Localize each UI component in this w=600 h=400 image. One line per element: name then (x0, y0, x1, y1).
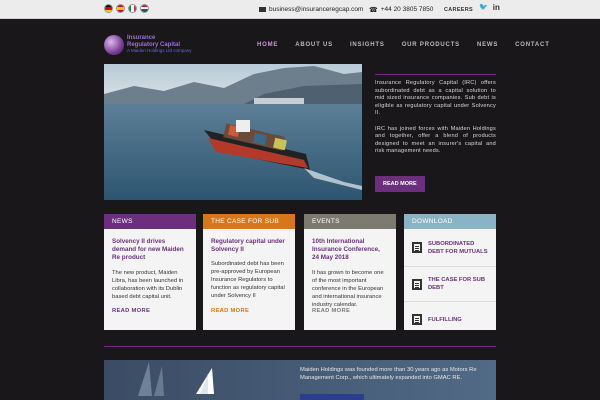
card-header: THE CASE FOR SUB DEBT (203, 214, 295, 240)
download-item[interactable]: THE CASE FOR SUB DEBT (404, 267, 496, 302)
card-title-link[interactable]: Solvency II drives demand for new Maiden… (104, 229, 196, 263)
flag-de-icon[interactable] (104, 4, 113, 13)
nav-about-us[interactable]: ABOUT US (295, 42, 333, 48)
email-link[interactable]: business@insuranceregcap.com (259, 0, 363, 19)
phone-link[interactable]: ☎ +44 20 3805 7850 (369, 0, 433, 19)
logo-line-3: A Maiden Holdings Ltd company (127, 48, 192, 54)
nav-insights[interactable]: INSIGHTS (350, 42, 385, 48)
download-item-label: FULFILLING (428, 316, 462, 323)
social-links: 🐦 in (479, 3, 500, 12)
document-icon (412, 314, 422, 325)
twitter-icon[interactable]: 🐦 (479, 3, 488, 12)
read-more-link[interactable]: READ MORE (112, 308, 150, 314)
hero-paragraph-2: IRC has joined forces with Maiden Holdin… (375, 125, 496, 155)
card-header: NEWS (104, 214, 196, 229)
language-flags (104, 4, 149, 13)
nav-home[interactable]: HOME (257, 42, 278, 48)
read-more-link[interactable]: READ MORE (312, 308, 350, 314)
document-icon (412, 242, 422, 253)
download-item[interactable]: SUBORDINATED DEBT FOR MUTUALS (404, 229, 496, 267)
nav-contact[interactable]: CONTACT (515, 42, 549, 48)
card-body: The new product, Maiden Libra, has been … (112, 269, 184, 300)
sub-debt-card: THE CASE FOR SUB DEBT Regulatory capital… (203, 214, 295, 330)
hero-paragraph-1: Insurance Regulatory Capital (IRC) offer… (375, 80, 496, 116)
flag-us-icon[interactable] (140, 4, 149, 13)
download-card: DOWNLOAD SUBORDINATED DEBT FOR MUTUALS T… (404, 214, 496, 330)
email-text: business@insuranceregcap.com (269, 6, 364, 13)
logo-sphere-icon (104, 35, 124, 55)
maiden-banner: Maiden Holdings was founded more than 30… (104, 360, 496, 400)
phone-text: +44 20 3805 7850 (380, 6, 434, 13)
flag-it-icon[interactable] (128, 4, 137, 13)
card-body: Subordinated debt has been pre-approved … (211, 261, 285, 300)
flag-es-icon[interactable] (116, 4, 125, 13)
hero-image (104, 64, 362, 200)
careers-link[interactable]: CAREERS (444, 0, 473, 19)
site-logo[interactable]: Insurance Regulatory Capital A Maiden Ho… (104, 35, 192, 55)
download-item-label: THE CASE FOR SUB DEBT (428, 277, 486, 291)
card-header: EVENTS (304, 214, 396, 229)
card-title-link[interactable]: 10th International Insurance Conference,… (304, 229, 396, 263)
read-more-link[interactable]: READ MORE (211, 308, 249, 314)
news-card: NEWS Solvency II drives demand for new M… (104, 214, 196, 330)
document-icon (412, 278, 422, 290)
card-header: DOWNLOAD (404, 214, 496, 229)
sailboat-image (138, 362, 214, 396)
events-card: EVENTS 10th International Insurance Conf… (304, 214, 396, 330)
top-bar: business@insuranceregcap.com ☎ +44 20 38… (0, 0, 600, 19)
envelope-icon (259, 7, 266, 12)
banner-text: Maiden Holdings was founded more than 30… (300, 367, 477, 381)
download-item[interactable]: FULFILLING (404, 302, 496, 330)
hero-read-more-button[interactable]: READ MORE (375, 176, 425, 192)
section-divider (104, 346, 496, 347)
phone-icon: ☎ (369, 6, 378, 14)
nav-news[interactable]: NEWS (477, 42, 498, 48)
hero-divider (375, 74, 496, 75)
nav-our-products[interactable]: OUR PRODUCTS (402, 42, 460, 48)
hero-intro: Insurance Regulatory Capital (IRC) offer… (375, 80, 496, 164)
download-item-label: SUBORDINATED DEBT FOR MUTUALS (428, 240, 488, 255)
linkedin-icon[interactable]: in (493, 3, 500, 12)
main-nav: HOME ABOUT US INSIGHTS OUR PRODUCTS NEWS… (257, 42, 550, 48)
card-body: It has grown to become one of the most i… (312, 269, 384, 308)
banner-button[interactable] (300, 394, 364, 400)
